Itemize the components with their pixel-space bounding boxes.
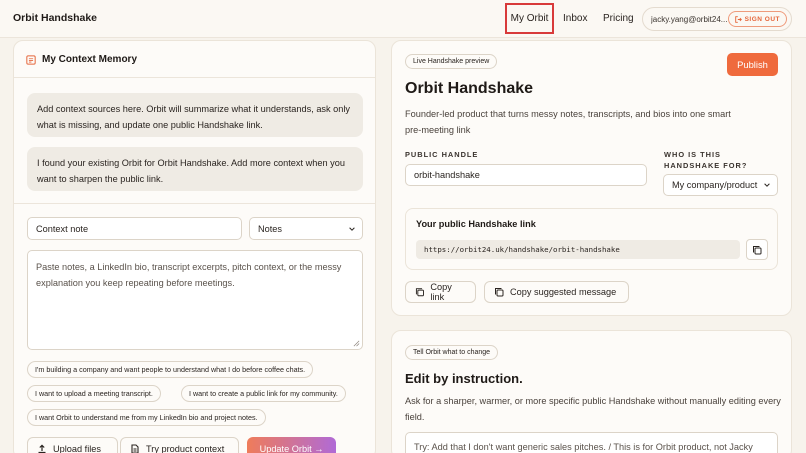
who-for-select[interactable]: My company/product — [663, 174, 778, 196]
copy-suggested-message-label: Copy suggested message — [510, 287, 617, 297]
upload-files-button[interactable]: Upload files — [27, 437, 118, 453]
suggestion-chip[interactable]: I want Orbit to understand me from my Li… — [27, 409, 266, 426]
nav-my-orbit-label: My Orbit — [510, 13, 549, 24]
try-product-context-label: Try product context — [146, 444, 225, 453]
chevron-down-icon — [764, 183, 770, 187]
copy-icon — [415, 288, 424, 297]
context-memory-panel: My Context Memory Add context sources he… — [13, 40, 376, 453]
suggestion-chip[interactable]: I'm building a company and want people t… — [27, 361, 314, 378]
who-for-label-line-2: HANDSHAKE FOR? — [664, 161, 748, 170]
assistant-message: I found your existing Orbit for Orbit Ha… — [27, 147, 363, 191]
copy-icon — [753, 245, 762, 254]
sign-out-icon — [734, 15, 742, 23]
context-note-title-input[interactable]: Context note — [27, 217, 242, 240]
context-type-select[interactable]: Notes — [249, 217, 363, 240]
upload-files-label: Upload files — [53, 444, 102, 453]
edit-description: Ask for a sharper, warmer, or more speci… — [405, 396, 781, 422]
account-pill: jacky.yang@orbit24... SIGN OUT — [642, 7, 792, 31]
update-orbit-button[interactable]: Update Orbit → — [247, 437, 336, 453]
copy-icon — [495, 288, 504, 297]
who-for-value: My company/product — [672, 180, 758, 190]
publish-button[interactable]: Publish — [727, 53, 778, 76]
who-for-label-line-1: WHO IS THIS — [664, 150, 721, 159]
nav-my-orbit[interactable]: My Orbit — [505, 3, 554, 34]
publish-label: Publish — [737, 59, 768, 70]
instruction-placeholder: Try: Add that I don't want generic sales… — [414, 442, 753, 452]
handshake-description: Founder-led product that turns messy not… — [405, 109, 731, 135]
sign-out-label: SIGN OUT — [744, 15, 780, 23]
instruction-input[interactable]: Try: Add that I don't want generic sales… — [405, 432, 778, 453]
upload-icon — [38, 444, 46, 453]
copy-url-button[interactable] — [746, 239, 768, 260]
brand-logo[interactable]: Orbit Handshake — [13, 12, 97, 24]
context-textarea[interactable]: Paste notes, a LinkedIn bio, transcript … — [27, 250, 363, 350]
public-handle-label: PUBLIC HANDLE — [405, 150, 479, 159]
nav-pricing[interactable]: Pricing — [603, 13, 634, 24]
update-orbit-label: Update Orbit → — [259, 444, 324, 453]
public-handle-value: orbit-handshake — [414, 170, 480, 180]
copy-link-button[interactable]: Copy link — [405, 281, 476, 303]
divider — [14, 203, 375, 204]
public-link-box: Your public Handshake link https://orbit… — [405, 208, 778, 270]
public-link-title: Your public Handshake link — [416, 219, 536, 229]
edit-title: Edit by instruction. — [405, 371, 523, 386]
account-email: jacky.yang@orbit24... — [651, 14, 728, 24]
live-preview-pill: Live Handshake preview — [405, 54, 498, 69]
context-type-value: Notes — [258, 223, 283, 234]
assistant-message: Add context sources here. Orbit will sum… — [27, 93, 363, 137]
suggestion-chip[interactable]: I want to upload a meeting transcript. — [27, 385, 161, 402]
edit-pill: Tell Orbit what to change — [405, 345, 499, 360]
divider — [14, 77, 375, 78]
sign-out-button[interactable]: SIGN OUT — [727, 11, 787, 27]
handshake-title: Orbit Handshake — [405, 80, 534, 97]
handshake-preview-panel: Live Handshake preview Publish Orbit Han… — [391, 40, 792, 316]
document-icon — [26, 54, 36, 65]
document-icon — [131, 444, 139, 453]
context-note-title-value: Context note — [36, 223, 89, 234]
copy-suggested-message-button[interactable]: Copy suggested message — [484, 281, 629, 303]
resize-handle-icon[interactable] — [353, 340, 360, 347]
public-handle-input[interactable]: orbit-handshake — [405, 164, 647, 186]
copy-link-label: Copy link — [430, 282, 452, 302]
suggestion-chip[interactable]: I want to create a public link for my co… — [181, 385, 346, 402]
try-product-context-button[interactable]: Try product context — [120, 437, 239, 453]
who-for-label: WHO IS THIS HANDSHAKE FOR? — [664, 149, 747, 171]
public-link-url[interactable]: https://orbit24.uk/handshake/orbit-hands… — [416, 240, 740, 259]
nav-inbox[interactable]: Inbox — [563, 13, 587, 24]
context-textarea-placeholder: Paste notes, a LinkedIn bio, transcript … — [36, 262, 342, 288]
context-memory-title: My Context Memory — [42, 54, 138, 65]
edit-instruction-panel: Tell Orbit what to change Edit by instru… — [391, 330, 792, 453]
context-memory-header: My Context Memory — [26, 54, 137, 65]
chevron-down-icon — [349, 226, 355, 231]
top-bar: Orbit Handshake My Orbit Inbox Pricing j… — [0, 0, 806, 38]
